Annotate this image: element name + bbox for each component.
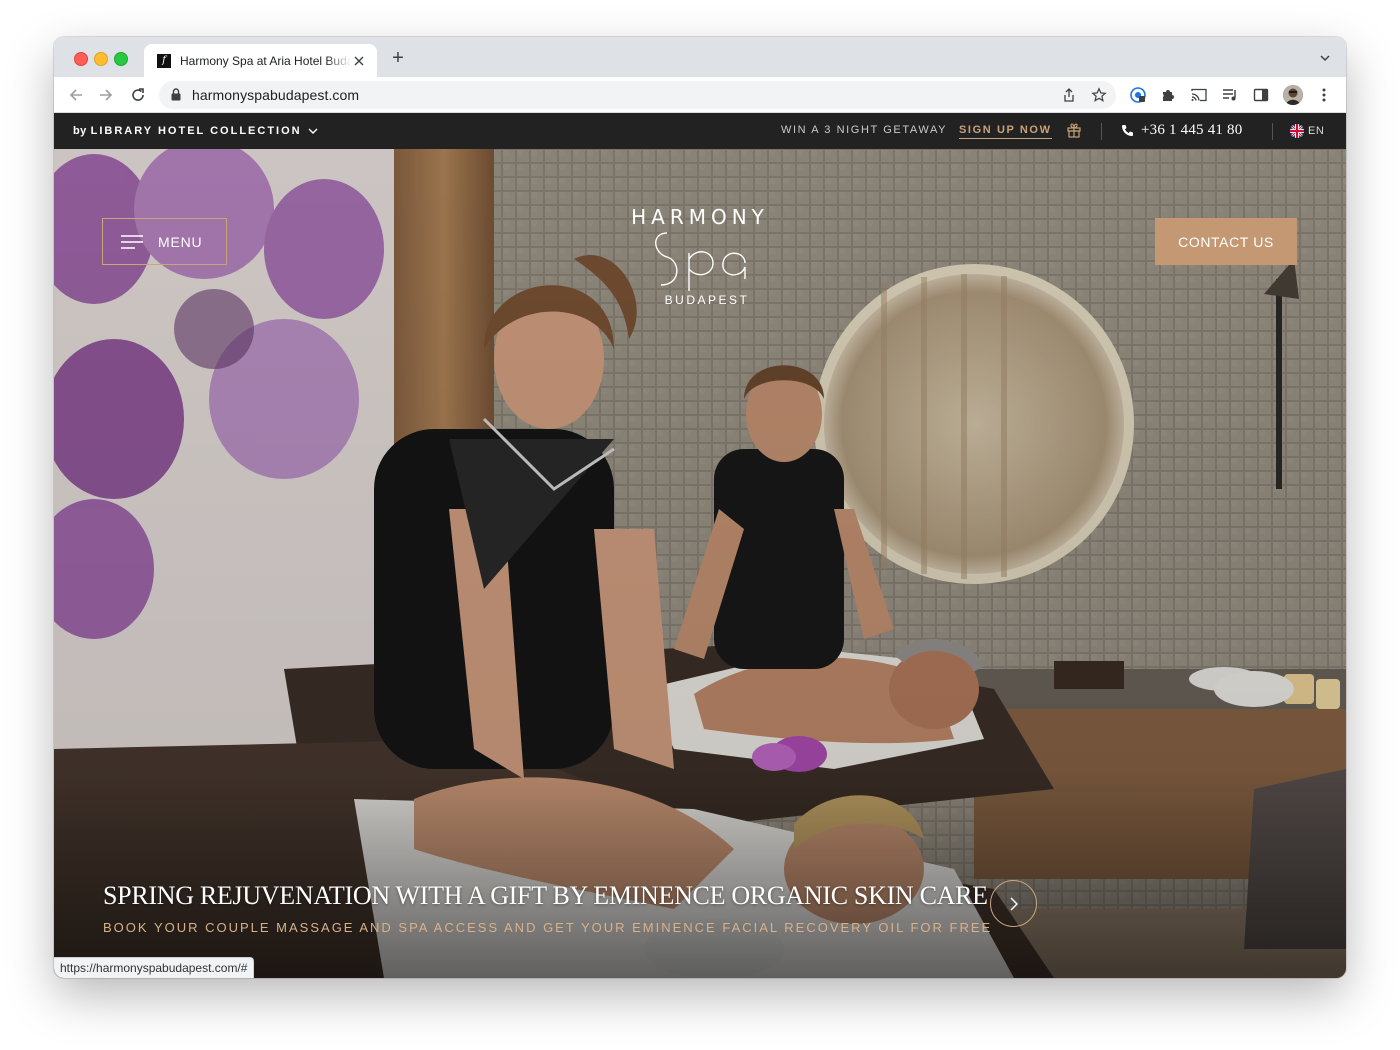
- new-tab-button[interactable]: +: [388, 48, 408, 69]
- back-arrow-icon[interactable]: [66, 85, 86, 105]
- brand-collection-text: LIBRARY HOTEL COLLECTION: [90, 125, 302, 137]
- cast-icon[interactable]: [1191, 87, 1207, 103]
- hero-slider: MENU HARMONY BUDAPEST CONTACT US SPRING …: [54, 149, 1346, 978]
- contact-us-button[interactable]: CONTACT US: [1155, 218, 1297, 265]
- tab-strip: f Harmony Spa at Aria Hotel Budapest +: [54, 37, 1346, 77]
- site-favicon-icon: f: [157, 53, 171, 68]
- url-text: harmonyspabudapest.com: [192, 87, 360, 103]
- maximize-window-button[interactable]: [114, 52, 128, 66]
- slide-subtitle: BOOK YOUR COUPLE MASSAGE AND SPA ACCESS …: [103, 920, 993, 935]
- slide-title: SPRING REJUVENATION WITH A GIFT BY EMINE…: [103, 881, 988, 910]
- star-icon[interactable]: [1091, 87, 1107, 103]
- topbar-divider: [1272, 123, 1273, 140]
- reload-icon[interactable]: [128, 85, 148, 105]
- harmony-spa-logo[interactable]: HARMONY BUDAPEST: [625, 205, 775, 317]
- profile-avatar[interactable]: [1283, 85, 1303, 105]
- uk-flag-icon[interactable]: [1290, 124, 1304, 138]
- browser-toolbar: harmonyspabudapest.com: [54, 77, 1346, 113]
- chevron-right-icon: [1009, 896, 1018, 911]
- side-panel-icon[interactable]: [1253, 87, 1269, 103]
- tab-title: Harmony Spa at Aria Hotel Budapest: [180, 53, 351, 68]
- utility-topbar: by LIBRARY HOTEL COLLECTION WIN A 3 NIGH…: [54, 113, 1346, 149]
- brand-by-text: by: [73, 125, 87, 137]
- language-selector[interactable]: EN: [1308, 125, 1324, 137]
- menu-button[interactable]: MENU: [102, 218, 227, 265]
- browser-window: f Harmony Spa at Aria Hotel Budapest +: [54, 37, 1346, 978]
- logo-top-text: HARMONY: [631, 205, 769, 229]
- menu-label: MENU: [158, 233, 203, 250]
- sign-up-now-link[interactable]: SIGN UP NOW: [959, 124, 1052, 139]
- close-window-button[interactable]: [74, 52, 88, 66]
- hamburger-icon: [121, 234, 143, 249]
- address-bar[interactable]: harmonyspabudapest.com: [159, 81, 1116, 109]
- spa-script-logo-icon: [655, 232, 746, 291]
- website-viewport: by LIBRARY HOTEL COLLECTION WIN A 3 NIGH…: [54, 113, 1346, 978]
- logo-bottom-text: BUDAPEST: [664, 293, 750, 307]
- media-controls-icon[interactable]: [1222, 87, 1238, 103]
- slider-next-button[interactable]: [990, 880, 1037, 927]
- password-manager-icon[interactable]: [1130, 87, 1146, 103]
- chevron-down-icon: [308, 128, 318, 134]
- share-icon[interactable]: [1061, 87, 1077, 103]
- tab-search-chevron-icon[interactable]: [1318, 51, 1332, 65]
- browser-menu-kebab-icon[interactable]: [1316, 87, 1332, 103]
- lock-icon[interactable]: [171, 88, 181, 101]
- phone-icon: [1122, 125, 1133, 136]
- phone-number-link[interactable]: +36 1 445 41 80: [1141, 122, 1242, 139]
- minimize-window-button[interactable]: [94, 52, 108, 66]
- status-bar-url: https://harmonyspabudapest.com/#: [54, 957, 255, 978]
- tab-close-icon[interactable]: [351, 53, 367, 69]
- forward-arrow-icon[interactable]: [96, 85, 116, 105]
- library-hotel-collection-link[interactable]: by LIBRARY HOTEL COLLECTION: [73, 125, 318, 137]
- browser-tab-active[interactable]: f Harmony Spa at Aria Hotel Budapest: [144, 44, 377, 77]
- extensions-puzzle-icon[interactable]: [1160, 87, 1176, 103]
- gift-icon[interactable]: [1066, 122, 1082, 138]
- topbar-divider: [1101, 123, 1102, 140]
- promo-text: WIN A 3 NIGHT GETAWAY: [781, 124, 948, 136]
